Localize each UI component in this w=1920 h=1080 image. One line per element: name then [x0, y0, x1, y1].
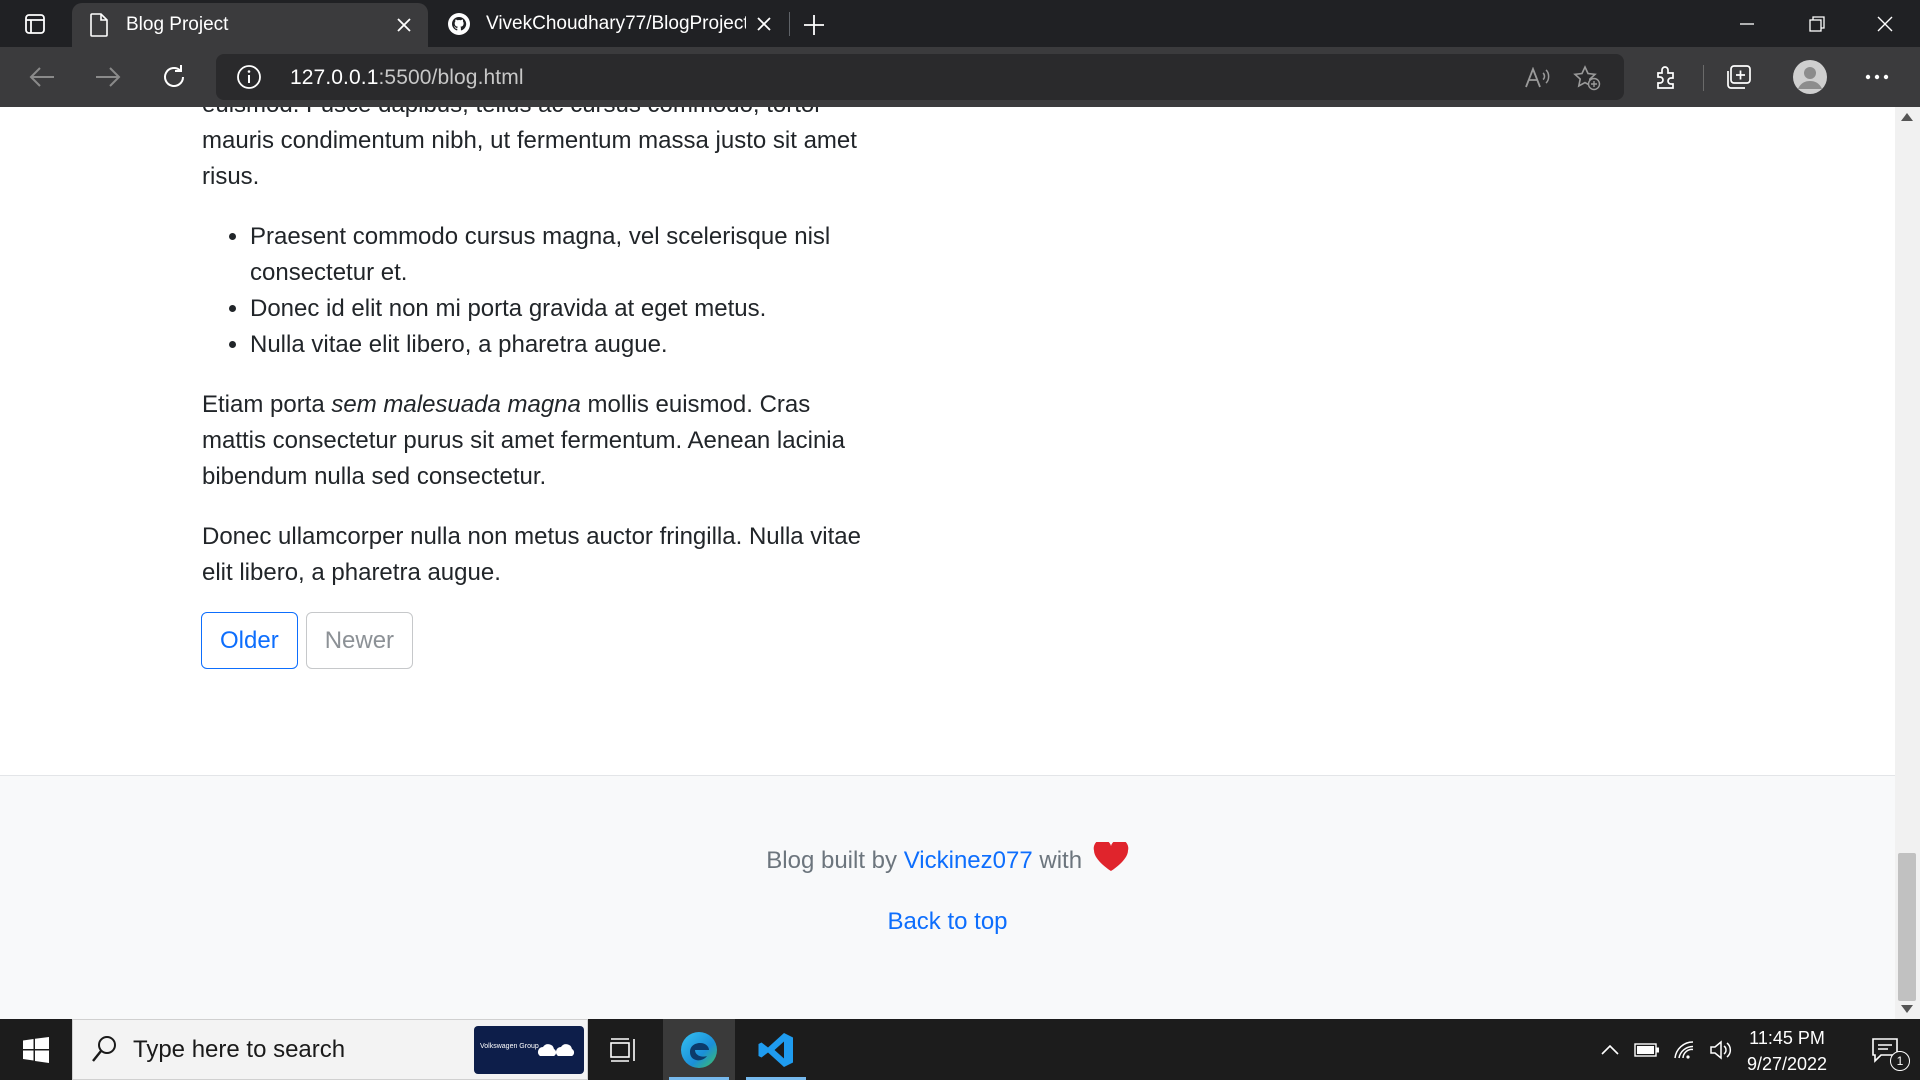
newer-button[interactable]: Newer [305, 612, 414, 669]
tab-blog-project[interactable]: Blog Project [72, 3, 428, 47]
battery-icon[interactable] [1630, 1019, 1664, 1080]
heart-icon [1093, 839, 1129, 879]
clock-date: 9/27/2022 [1746, 1054, 1828, 1074]
paragraph-text: Donec ullamcorper nulla non metus auctor… [202, 523, 861, 586]
tab-title: Blog Project [126, 14, 229, 35]
back-to-top-link[interactable]: Back to top [0, 908, 1895, 936]
blog-post-body: mauris condimentum nibh, ut fermentum ma… [202, 123, 872, 615]
taskbar-search-box[interactable]: Type here to search Volkswagen Group [72, 1019, 588, 1080]
footer-credit: Blog built by Vickinez077 with [0, 839, 1895, 879]
restore-icon[interactable] [1782, 0, 1852, 47]
browser-tab-bar: Blog Project VivekChoudhary77/BlogProjec… [0, 0, 1920, 47]
older-button[interactable]: Older [201, 612, 298, 669]
profile-avatar-icon[interactable] [1790, 57, 1830, 97]
vscode-icon[interactable] [740, 1019, 812, 1080]
scroll-down-arrow-icon[interactable] [1901, 1005, 1913, 1013]
promo-text: Volkswagen Group [480, 1043, 539, 1050]
blog-pagination: Older Newer [201, 612, 414, 669]
show-hidden-icons-chevron-icon[interactable] [1594, 1019, 1626, 1080]
scrollbar-thumb[interactable] [1898, 853, 1916, 1001]
search-icon [91, 1034, 119, 1069]
github-icon [446, 11, 472, 37]
new-tab-icon[interactable] [796, 7, 832, 43]
more-options-icon[interactable] [1860, 60, 1894, 94]
list-item: Donec id elit non mi porta gravida at eg… [250, 291, 872, 327]
wifi-icon[interactable] [1668, 1019, 1702, 1080]
paragraph-text: Etiam porta sem malesuada magna mollis e… [202, 387, 872, 495]
close-tab-icon[interactable] [386, 7, 422, 43]
read-aloud-icon[interactable] [1522, 63, 1552, 93]
url-text: 127.0.0.1:5500/blog.html [290, 66, 524, 90]
notification-center-icon[interactable]: 1 [1850, 1019, 1920, 1080]
document-icon [86, 12, 112, 38]
bullet-list: Praesent commodo cursus magna, vel scele… [250, 219, 872, 363]
url-path: :5500/blog.html [378, 66, 524, 89]
credit-text: Blog built by [766, 847, 904, 874]
search-placeholder: Type here to search [133, 1036, 346, 1063]
windows-start-icon[interactable] [0, 1019, 72, 1080]
site-info-icon[interactable] [236, 64, 262, 90]
forward-arrow-icon[interactable] [88, 57, 128, 97]
scroll-up-arrow-icon[interactable] [1901, 113, 1913, 121]
close-window-icon[interactable] [1850, 0, 1920, 47]
refresh-icon[interactable] [154, 57, 194, 97]
system-clock[interactable]: 11:45 PM 9/27/2022 [1722, 1025, 1852, 1077]
emphasized-text: sem malesuada magna [331, 391, 581, 418]
paragraph-text: mauris condimentum nibh, ut fermentum ma… [202, 127, 857, 190]
minimize-icon[interactable] [1712, 0, 1782, 47]
close-tab-icon[interactable] [746, 6, 782, 42]
notification-badge: 1 [1890, 1051, 1910, 1071]
collections-icon[interactable] [1722, 60, 1756, 94]
address-toolbar: 127.0.0.1:5500/blog.html [0, 47, 1920, 107]
toolbar-separator [1703, 65, 1704, 91]
credit-text: with [1032, 847, 1089, 874]
list-item: Nulla vitae elit libero, a pharetra augu… [250, 327, 872, 363]
address-bar[interactable]: 127.0.0.1:5500/blog.html [216, 54, 1624, 100]
tab-github-repo[interactable]: VivekChoudhary77/BlogProject: I [432, 0, 788, 47]
list-item: Praesent commodo cursus magna, vel scele… [250, 219, 872, 291]
add-favorite-icon[interactable] [1572, 63, 1602, 93]
page-viewport: euismod. Fusce dapibus, tellus ac cursus… [0, 107, 1895, 1019]
search-highlight-image[interactable]: Volkswagen Group [474, 1026, 584, 1074]
partial-paragraph-line: euismod. Fusce dapibus, tellus ac cursus… [202, 107, 822, 123]
back-arrow-icon[interactable] [22, 57, 62, 97]
author-link[interactable]: Vickinez077 [904, 847, 1033, 874]
task-view-icon[interactable] [588, 1019, 660, 1080]
paragraph-text-part: Etiam porta [202, 391, 332, 418]
clock-time: 11:45 PM [1749, 1028, 1825, 1048]
tab-separator [789, 12, 790, 36]
extensions-icon[interactable] [1650, 60, 1684, 94]
windows-taskbar: Type here to search Volkswagen Group 11:… [0, 1019, 1920, 1080]
vertical-scrollbar[interactable] [1895, 107, 1920, 1019]
url-host: 127.0.0.1 [290, 66, 379, 89]
edge-browser-icon[interactable] [663, 1019, 735, 1080]
page-footer: Blog built by Vickinez077 with Back to t… [0, 775, 1895, 1019]
tab-title: VivekChoudhary77/BlogProject: I [486, 12, 746, 34]
tab-actions-icon[interactable] [14, 9, 56, 39]
